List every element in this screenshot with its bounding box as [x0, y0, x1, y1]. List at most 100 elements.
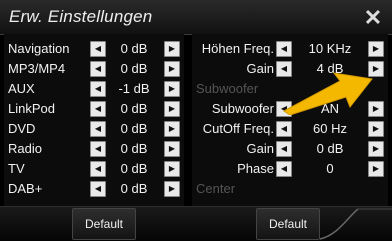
row-navigation: Navigation ◀ 0 dB ▶ [4, 39, 184, 58]
row-value: 4 dB [316, 61, 344, 76]
decrement-button[interactable]: ◀ [90, 121, 106, 137]
row-label: Phase [237, 161, 274, 176]
center-section-header: Center [192, 179, 388, 198]
increment-button[interactable]: ▶ [164, 81, 180, 97]
row-value: 0 [326, 161, 334, 176]
increment-button[interactable]: ▶ [368, 41, 384, 57]
row-label: AUX [8, 81, 35, 96]
decrement-button[interactable]: ◀ [90, 41, 106, 57]
row-value: 0 dB [120, 141, 148, 156]
decorative-swoosh [319, 208, 392, 240]
tone-settings-panel: Höhen Freq. ◀ 10 KHz ▶ Gain ◀ 4 dB ▶ Sub… [192, 34, 388, 206]
row-dvd: DVD ◀ 0 dB ▶ [4, 119, 184, 138]
arrow-right-icon: ▶ [372, 164, 380, 173]
arrow-right-icon: ▶ [372, 144, 380, 153]
increment-button[interactable]: ▶ [368, 161, 384, 177]
increment-button[interactable]: ▶ [164, 141, 180, 157]
arrow-left-icon: ◀ [280, 104, 288, 113]
row-linkpod: LinkPod ◀ 0 dB ▶ [4, 99, 184, 118]
arrow-right-icon: ▶ [372, 124, 380, 133]
increment-button[interactable]: ▶ [164, 181, 180, 197]
decrement-button[interactable]: ◀ [90, 181, 106, 197]
increment-button[interactable]: ▶ [164, 101, 180, 117]
arrow-right-icon: ▶ [168, 44, 176, 53]
row-label: DAB+ [8, 181, 43, 196]
decrement-button[interactable]: ◀ [90, 161, 106, 177]
decrement-button[interactable]: ◀ [276, 161, 292, 177]
arrow-left-icon: ◀ [280, 144, 288, 153]
row-label: Höhen Freq. [201, 41, 274, 56]
arrow-right-icon: ▶ [372, 64, 380, 73]
row-label: Radio [8, 141, 42, 156]
close-button[interactable]: ✕ [360, 5, 386, 31]
increment-button[interactable]: ▶ [164, 121, 180, 137]
row-label: LinkPod [8, 101, 55, 116]
arrow-left-icon: ◀ [94, 64, 102, 73]
volume-offset-panel: Navigation ◀ 0 dB ▶ MP3/MP4 ◀ 0 dB ▶ AUX… [4, 34, 184, 206]
row-subwoofer: Subwoofer ◀ AN ▶ [192, 99, 388, 118]
decrement-button[interactable]: ◀ [90, 101, 106, 117]
row-phase: Phase ◀ 0 ▶ [192, 159, 388, 178]
arrow-right-icon: ▶ [168, 184, 176, 193]
row-mp3-mp4: MP3/MP4 ◀ 0 dB ▶ [4, 59, 184, 78]
section-label: Subwoofer [196, 81, 259, 96]
row-value: 0 dB [120, 41, 148, 56]
increment-button[interactable]: ▶ [368, 61, 384, 77]
decrement-button[interactable]: ◀ [276, 61, 292, 77]
arrow-right-icon: ▶ [168, 144, 176, 153]
row-value: 0 dB [120, 101, 148, 116]
decrement-button[interactable]: ◀ [276, 141, 292, 157]
decrement-button[interactable]: ◀ [276, 101, 292, 117]
arrow-right-icon: ▶ [168, 84, 176, 93]
row-label: Subwoofer [211, 101, 274, 116]
row-gain-subwoofer: Gain ◀ 0 dB ▶ [192, 139, 388, 158]
decrement-button[interactable]: ◀ [90, 81, 106, 97]
row-value: 0 dB [316, 141, 344, 156]
arrow-right-icon: ▶ [168, 64, 176, 73]
row-tv: TV ◀ 0 dB ▶ [4, 159, 184, 178]
arrow-left-icon: ◀ [280, 64, 288, 73]
row-value: 0 dB [120, 61, 148, 76]
row-cutoff-freq: CutOff Freq. ◀ 60 Hz ▶ [192, 119, 388, 138]
arrow-left-icon: ◀ [94, 44, 102, 53]
increment-button[interactable]: ▶ [368, 101, 384, 117]
default-button-left[interactable]: Default [72, 208, 136, 240]
decrement-button[interactable]: ◀ [90, 141, 106, 157]
arrow-right-icon: ▶ [168, 124, 176, 133]
page-title: Erw. Einstellungen [9, 7, 153, 26]
subwoofer-section-header: Subwoofer [192, 79, 388, 98]
arrow-right-icon: ▶ [372, 44, 380, 53]
row-dab-plus: DAB+ ◀ 0 dB ▶ [4, 179, 184, 198]
arrow-right-icon: ▶ [168, 164, 176, 173]
increment-button[interactable]: ▶ [368, 121, 384, 137]
row-label: DVD [8, 121, 36, 136]
arrow-left-icon: ◀ [94, 164, 102, 173]
arrow-left-icon: ◀ [94, 144, 102, 153]
arrow-left-icon: ◀ [280, 164, 288, 173]
row-gain-treble: Gain ◀ 4 dB ▶ [192, 59, 388, 78]
row-value: 60 Hz [313, 121, 347, 136]
close-icon: ✕ [363, 5, 383, 30]
arrow-left-icon: ◀ [94, 124, 102, 133]
bottom-bar: Default Default [0, 206, 392, 241]
row-label: Gain [246, 61, 274, 76]
decrement-button[interactable]: ◀ [276, 41, 292, 57]
row-aux: AUX ◀ -1 dB ▶ [4, 79, 184, 98]
increment-button[interactable]: ▶ [164, 61, 180, 77]
row-hoehen-freq: Höhen Freq. ◀ 10 KHz ▶ [192, 39, 388, 58]
arrow-right-icon: ▶ [168, 104, 176, 113]
row-label: Navigation [8, 41, 70, 56]
arrow-right-icon: ▶ [372, 104, 380, 113]
arrow-left-icon: ◀ [94, 104, 102, 113]
row-label: MP3/MP4 [8, 61, 66, 76]
row-label: TV [8, 161, 25, 176]
row-value: -1 dB [118, 81, 150, 96]
increment-button[interactable]: ▶ [368, 141, 384, 157]
row-radio: Radio ◀ 0 dB ▶ [4, 139, 184, 158]
increment-button[interactable]: ▶ [164, 41, 180, 57]
default-button-right[interactable]: Default [256, 208, 320, 240]
row-value: 10 KHz [308, 41, 352, 56]
increment-button[interactable]: ▶ [164, 161, 180, 177]
decrement-button[interactable]: ◀ [90, 61, 106, 77]
decrement-button[interactable]: ◀ [276, 121, 292, 137]
